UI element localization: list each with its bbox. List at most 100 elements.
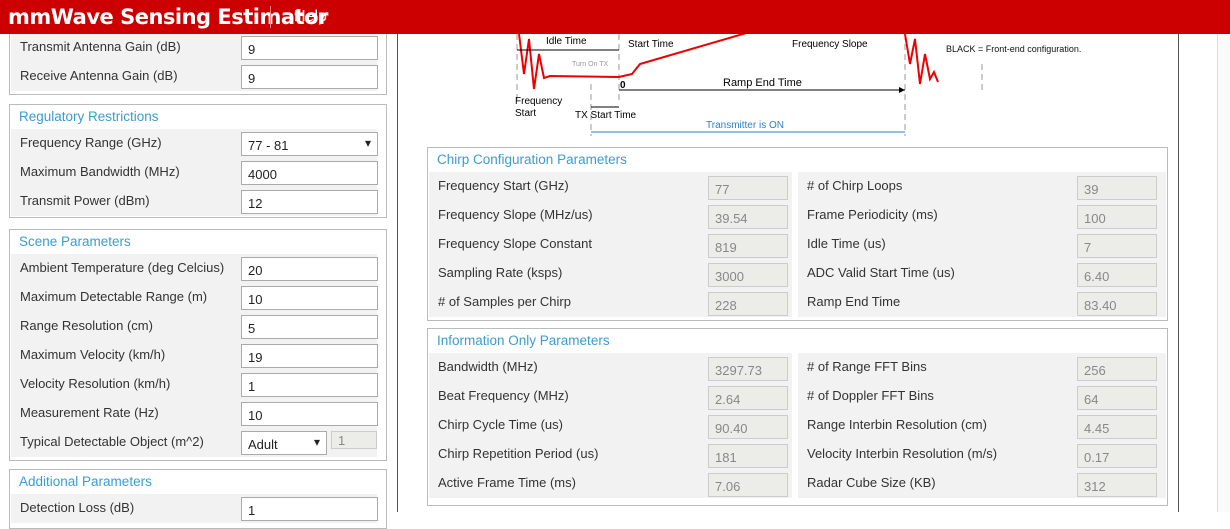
param-value: 90.40 — [708, 415, 788, 439]
param-row: Chirp Repetition Period (us) 181 — [429, 440, 792, 469]
param-label: Frequency Start (GHz) — [438, 178, 569, 193]
param-value: 64 — [1077, 386, 1157, 410]
param-row: Maximum Detectable Range (m) 10 — [11, 283, 378, 312]
param-row: Active Frame Time (ms) 7.06 — [429, 469, 792, 498]
param-label: Ramp End Time — [807, 294, 901, 309]
param-value: 77 — [708, 176, 788, 200]
param-row: Detection Loss (dB) 1 — [11, 494, 378, 523]
param-label: Chirp Cycle Time (us) — [438, 417, 563, 432]
param-input[interactable]: 4000 — [241, 161, 378, 185]
param-row: Frequency Start (GHz) 77 — [429, 172, 792, 201]
param-input[interactable]: 5 — [241, 315, 378, 339]
param-value: 100 — [1077, 205, 1157, 229]
param-label: Sampling Rate (ksps) — [438, 265, 563, 280]
param-row: Idle Time (us) 7 — [798, 230, 1166, 259]
param-row: Range Resolution (cm) 5 — [11, 312, 378, 341]
param-input[interactable]: 20 — [241, 257, 378, 281]
param-label: Frequency Slope Constant — [438, 236, 592, 251]
zero-label: 0 — [620, 80, 626, 91]
param-value: 312 — [1077, 473, 1157, 497]
param-row: Maximum Velocity (km/h) 19 — [11, 341, 378, 370]
param-label: Maximum Velocity (km/h) — [20, 347, 166, 362]
param-label: Transmit Power (dBm) — [20, 193, 150, 208]
header-divider — [270, 6, 271, 28]
param-label: Maximum Detectable Range (m) — [20, 289, 208, 304]
param-value: 256 — [1077, 357, 1157, 381]
chirp-timing-diagram: Idle Time Start Time Frequency Slope BLA… — [515, 34, 1081, 136]
param-label: Ambient Temperature (deg Celcius) — [20, 260, 225, 275]
param-row: Ramp End Time 83.40 — [798, 288, 1166, 317]
param-row: Transmit Antenna Gain (dB) 9 — [11, 33, 378, 62]
frequency-start-label-2: Start — [515, 108, 536, 119]
param-label: Beat Frequency (MHz) — [438, 388, 569, 403]
group-title: Regulatory Restrictions — [19, 109, 159, 124]
param-row: Sampling Rate (ksps) 3000 — [429, 259, 792, 288]
param-label: Velocity Interbin Resolution (m/s) — [807, 446, 998, 461]
idle-time-label: Idle Time — [546, 36, 587, 47]
group-title: Information Only Parameters — [437, 333, 610, 348]
param-row: Beat Frequency (MHz) 2.64 — [429, 382, 792, 411]
param-label: Detection Loss (dB) — [20, 500, 135, 515]
frequency-slope-label: Frequency Slope — [792, 39, 868, 50]
param-value: 228 — [708, 292, 788, 316]
param-label: Range Interbin Resolution (cm) — [807, 417, 987, 432]
param-input[interactable]: 19 — [241, 344, 378, 368]
param-row: Transmit Power (dBm) 12 — [11, 187, 378, 216]
param-value: 6.40 — [1077, 263, 1157, 287]
tx-start-time-label: TX Start Time — [575, 110, 637, 121]
turn-on-tx-label: Turn On TX — [572, 61, 609, 68]
param-input[interactable]: 12 — [241, 190, 378, 214]
ramp-end-time-label: Ramp End Time — [723, 77, 802, 89]
param-label: Measurement Rate (Hz) — [20, 405, 159, 420]
param-value: 3297.73 — [708, 357, 788, 381]
help-menu[interactable]: Help — [294, 8, 327, 26]
param-value: 2.64 — [708, 386, 788, 410]
param-value: 7 — [1077, 234, 1157, 258]
info-only-group: Information Only Parameters Bandwidth (MH… — [427, 328, 1168, 506]
param-label: Idle Time (us) — [807, 236, 886, 251]
param-row: Frequency Slope (MHz/us) 39.54 — [429, 201, 792, 230]
param-label: Maximum Bandwidth (MHz) — [20, 164, 180, 179]
param-row: # of Samples per Chirp 228 — [429, 288, 792, 317]
param-input[interactable]: 1 — [241, 497, 378, 521]
param-value: 3000 — [708, 263, 788, 287]
param-input[interactable]: 10 — [241, 402, 378, 426]
param-label: Frequency Range (GHz) — [20, 135, 162, 150]
param-input[interactable]: 9 — [241, 36, 378, 60]
param-input[interactable]: 1 — [241, 373, 378, 397]
frequency-range-select[interactable]: 77 - 81 — [241, 132, 378, 156]
param-value: 39 — [1077, 176, 1157, 200]
transmitter-on-label: Transmitter is ON — [706, 120, 784, 131]
param-label: Typical Detectable Object (m^2) — [20, 434, 204, 449]
group-title: Additional Parameters — [19, 474, 152, 489]
param-row: Frequency Range (GHz) 77 - 81 — [11, 129, 378, 158]
param-row: ADC Valid Start Time (us) 6.40 — [798, 259, 1166, 288]
param-label: Receive Antenna Gain (dB) — [20, 68, 178, 83]
param-label: Active Frame Time (ms) — [438, 475, 576, 490]
param-label: Chirp Repetition Period (us) — [438, 446, 599, 461]
param-label: Range Resolution (cm) — [20, 318, 153, 333]
param-value: 83.40 — [1077, 292, 1157, 316]
param-label: Velocity Resolution (km/h) — [20, 376, 171, 391]
param-value: 181 — [708, 444, 788, 468]
start-time-label: Start Time — [628, 39, 674, 50]
app-title: mmWave Sensing Estimator — [8, 5, 328, 29]
param-row: Radar Cube Size (KB) 312 — [798, 469, 1166, 498]
param-value: 819 — [708, 234, 788, 258]
scrollbar[interactable] — [1217, 34, 1230, 512]
param-row: # of Chirp Loops 39 — [798, 172, 1166, 201]
param-row: Typical Detectable Object (m^2) Adult1 — [11, 428, 377, 457]
panel-divider — [397, 34, 398, 512]
group-title: Scene Parameters — [19, 234, 131, 249]
param-label: # of Chirp Loops — [807, 178, 903, 193]
param-value: 39.54 — [708, 205, 788, 229]
param-input[interactable]: 10 — [241, 286, 378, 310]
param-value: 4.45 — [1077, 415, 1157, 439]
param-row: Frequency Slope Constant 819 — [429, 230, 792, 259]
additional-group: Additional Parameters Detection Loss (dB)… — [9, 469, 387, 529]
param-input[interactable]: 9 — [241, 65, 378, 89]
chirp-config-group: Chirp Configuration Parameters Frequency … — [427, 147, 1168, 321]
param-value: 7.06 — [708, 473, 788, 497]
object-type-select[interactable]: Adult — [241, 431, 327, 455]
param-row: # of Range FFT Bins 256 — [798, 353, 1166, 382]
